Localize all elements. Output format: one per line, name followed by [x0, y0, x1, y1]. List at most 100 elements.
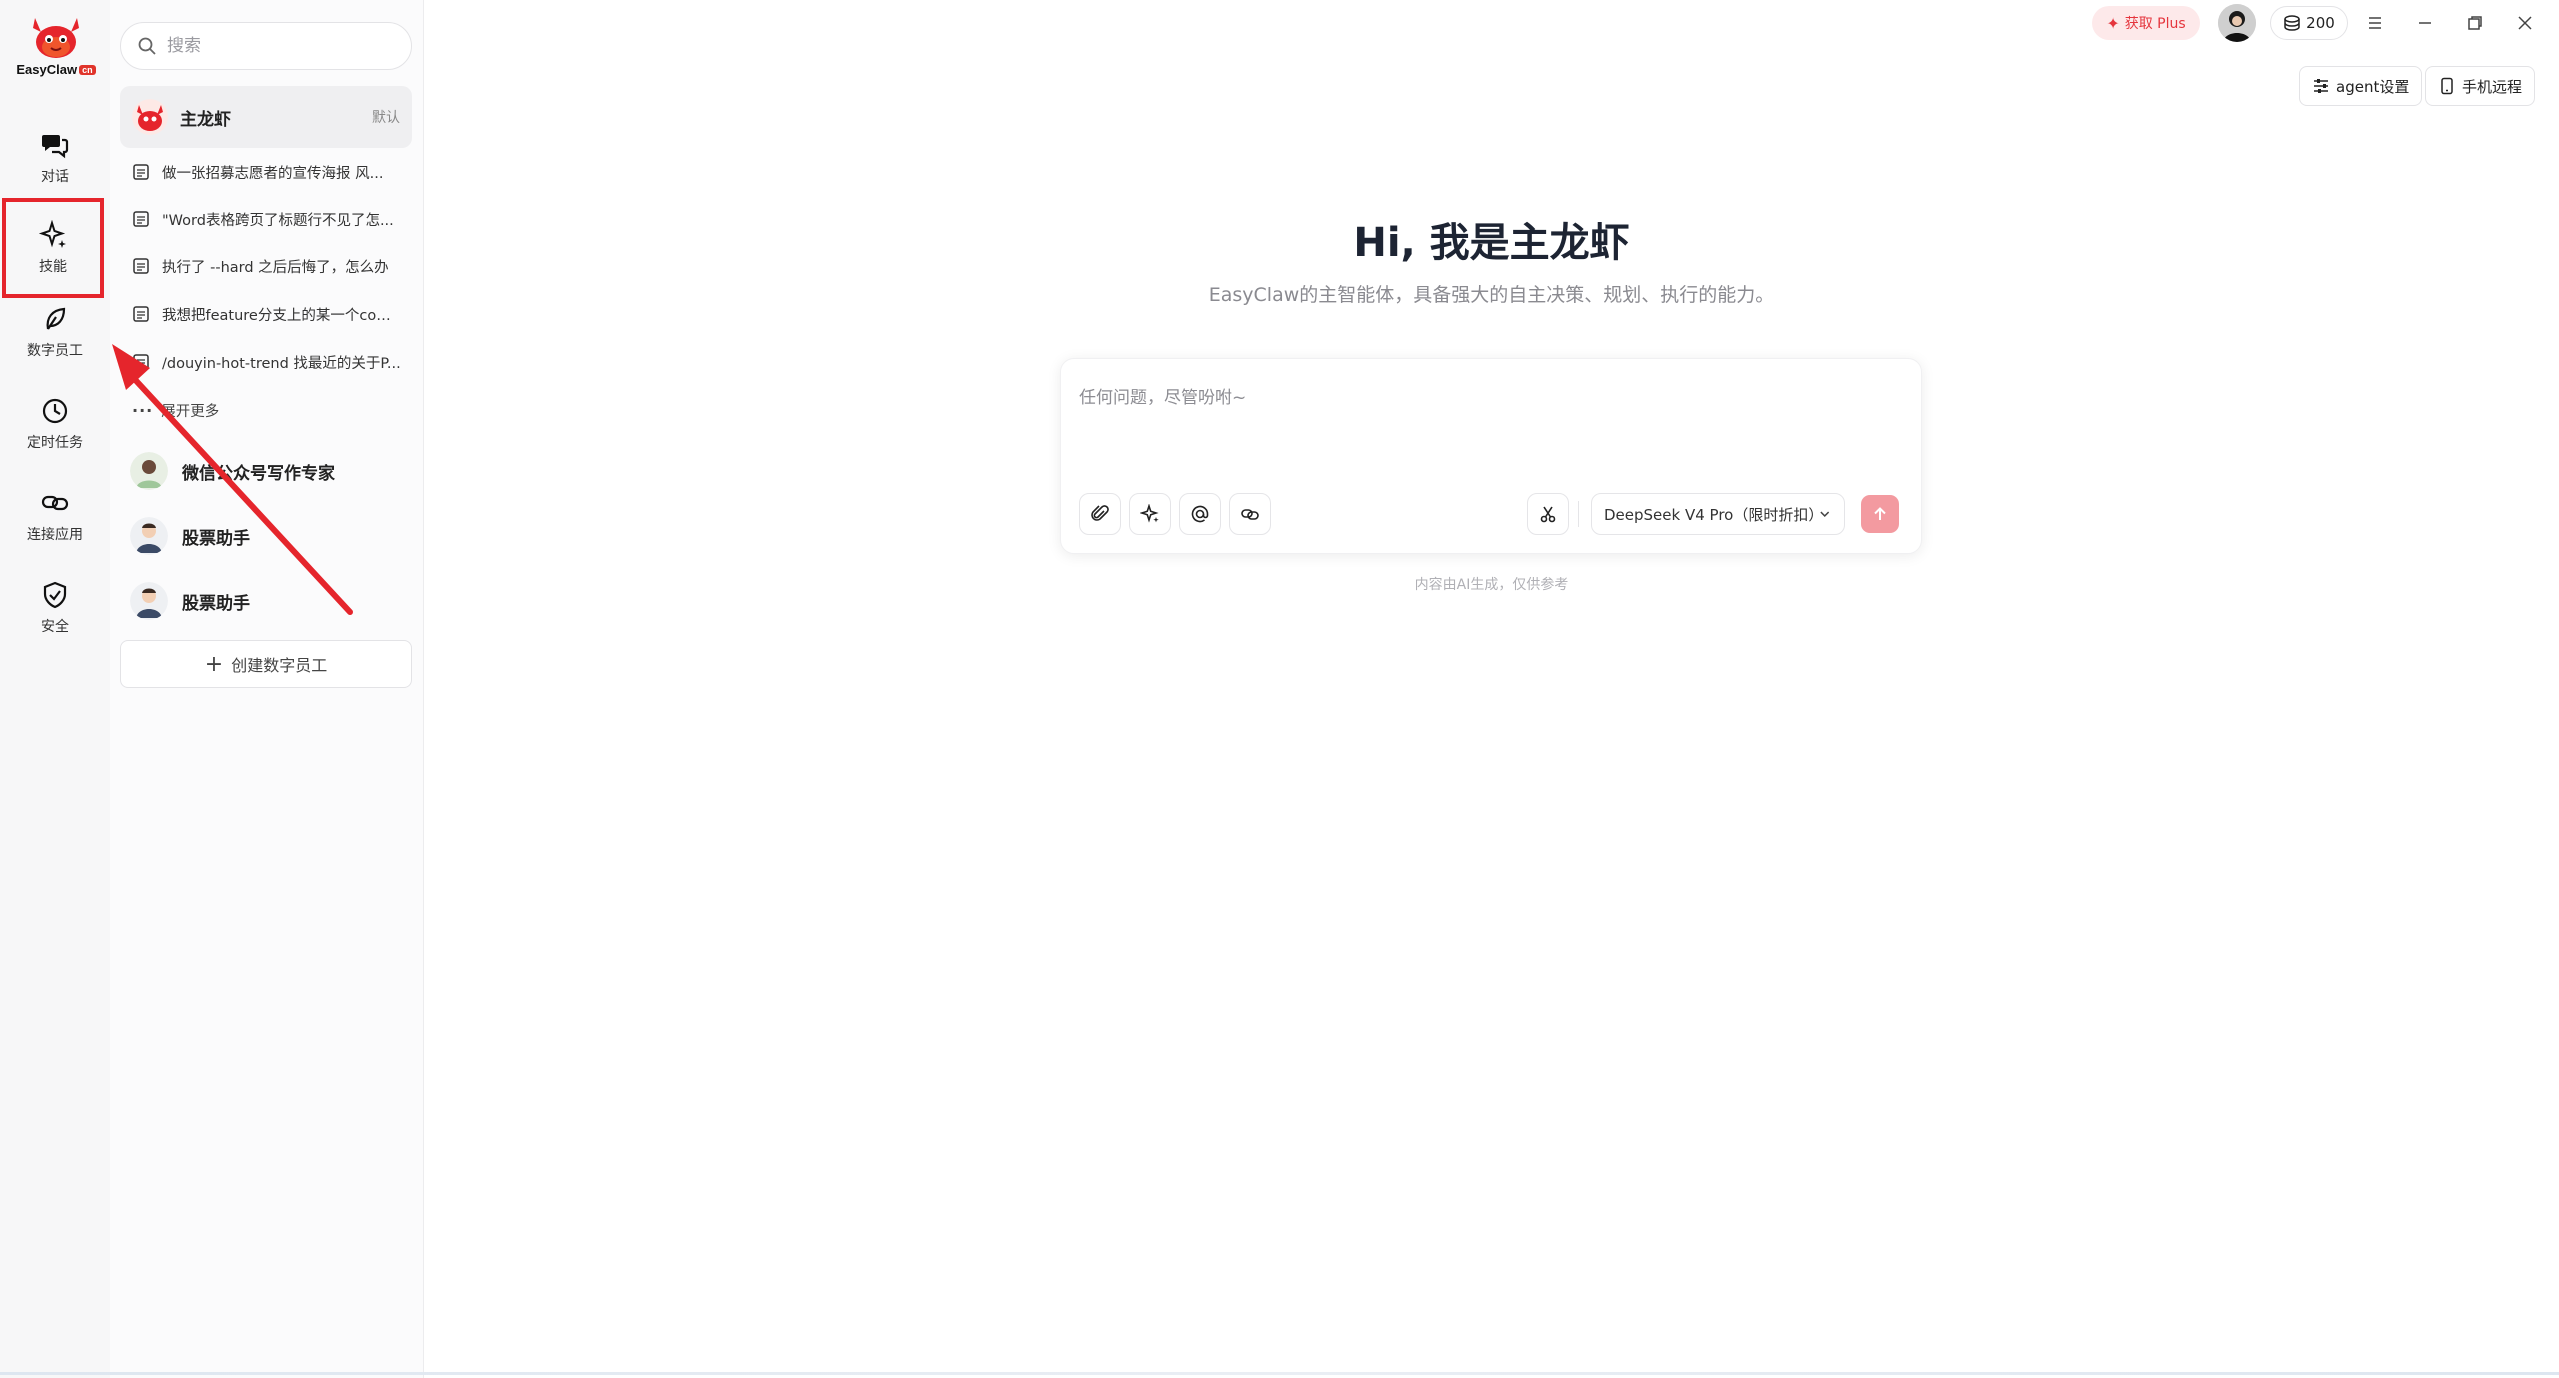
- at-icon: [1191, 505, 1209, 523]
- attach-button[interactable]: [1079, 493, 1121, 535]
- ai-disclaimer: 内容由AI生成，仅供参考: [1414, 577, 1569, 593]
- create-digital-staff-label: 创建数字员工: [231, 656, 328, 675]
- rail-item-connect-apps[interactable]: 连接应用: [10, 478, 100, 554]
- conversation-item[interactable]: /douyin-hot-trend 找最近的关于P...: [132, 347, 412, 377]
- scissors-button[interactable]: [1527, 493, 1569, 535]
- main-agent-name: 主龙虾: [180, 109, 231, 130]
- search-input[interactable]: [167, 36, 387, 56]
- main-area: ✦ 获取 Plus 200 agent设置 手机远程 Hi, 我是主龙虾 Eas…: [424, 0, 2559, 1378]
- lobster-logo-icon: [33, 18, 79, 58]
- paperclip-icon: [1091, 505, 1109, 521]
- skills-button[interactable]: [1129, 493, 1171, 535]
- document-icon: [133, 306, 149, 322]
- document-icon: [133, 354, 149, 370]
- greeting-title: Hi, 我是主龙虾: [1353, 220, 1630, 266]
- chevron-down-icon: [1819, 511, 1829, 517]
- conversation-title: 做一张招募志愿者的宣传海报 风...: [162, 165, 384, 182]
- plus-icon: +: [204, 651, 224, 677]
- create-digital-staff-button[interactable]: + 创建数字员工: [120, 640, 412, 688]
- restore-button[interactable]: [2458, 8, 2492, 38]
- model-select-value: DeepSeek V4 Pro（限时折扣）: [1604, 505, 1824, 524]
- rail-item-digital-staff[interactable]: 数字员工: [10, 294, 100, 370]
- left-rail: EasyClaw cn 对话 技能 数字员工 定时任务 连接应用 安全: [0, 0, 110, 1378]
- sparkle-icon: [1140, 504, 1159, 523]
- rail-label-security: 安全: [41, 619, 69, 635]
- digital-staff-item[interactable]: 股票助手: [130, 514, 412, 558]
- search-box[interactable]: [120, 22, 412, 70]
- conversation-item[interactable]: "Word表格跨页了标题行不见了怎...: [132, 204, 412, 234]
- model-select[interactable]: DeepSeek V4 Pro（限时折扣）: [1591, 493, 1845, 535]
- clock-icon: [42, 398, 68, 424]
- document-icon: [133, 211, 149, 227]
- coin-stack-icon: [2284, 15, 2300, 31]
- staff-name: 股票助手: [182, 593, 250, 614]
- agent-settings-button[interactable]: agent设置: [2299, 66, 2423, 106]
- chat-composer: DeepSeek V4 Pro（限时折扣）: [1060, 358, 1922, 554]
- digital-staff-item[interactable]: 微信公众号写作专家: [130, 449, 412, 493]
- staff-name: 微信公众号写作专家: [182, 463, 335, 484]
- rail-label-chat: 对话: [41, 169, 69, 185]
- link-icon: [1241, 509, 1259, 520]
- app-window: EasyClaw cn 对话 技能 数字员工 定时任务 连接应用 安全 搜索 主…: [0, 0, 2559, 1378]
- greeting-subtitle: EasyClaw的主智能体，具备强大的自主决策、规划、执行的能力。: [1208, 284, 1775, 306]
- get-plus-label: 获取 Plus: [2124, 16, 2186, 32]
- conversation-item[interactable]: 我想把feature分支上的某一个com...: [132, 299, 412, 329]
- toolbar-divider: [1578, 501, 1579, 527]
- arrow-up-icon: [1874, 507, 1886, 520]
- more-dots-icon: ···: [132, 400, 154, 420]
- sliders-icon: [2314, 79, 2328, 93]
- sparkle-icon: ✦: [2106, 13, 2120, 33]
- rail-label-digital-staff: 数字员工: [27, 343, 83, 359]
- digital-staff-item[interactable]: 股票助手: [130, 579, 412, 623]
- send-button[interactable]: [1861, 495, 1899, 533]
- mobile-remote-label: 手机远程: [2462, 77, 2523, 96]
- mention-button[interactable]: [1179, 493, 1221, 535]
- app-logo[interactable]: EasyClaw cn: [12, 14, 100, 77]
- rail-label-skills: 技能: [39, 259, 67, 275]
- rail-item-scheduled-tasks[interactable]: 定时任务: [10, 386, 100, 462]
- document-icon: [133, 258, 149, 274]
- restore-icon: [2468, 16, 2482, 30]
- rail-label-connect-apps: 连接应用: [27, 527, 83, 543]
- scissors-icon: [1540, 506, 1556, 523]
- rail-label-scheduled-tasks: 定时任务: [27, 435, 83, 451]
- agent-settings-label: agent设置: [2336, 77, 2410, 96]
- search-icon: [138, 37, 156, 55]
- staff-avatar: [130, 517, 168, 555]
- close-button[interactable]: [2508, 8, 2542, 38]
- conversation-title: 我想把feature分支上的某一个com...: [162, 307, 402, 324]
- staff-avatar: [130, 582, 168, 620]
- default-tag: 默认: [372, 110, 400, 126]
- conversation-item[interactable]: 做一张招募志愿者的宣传海报 风...: [132, 157, 412, 187]
- minimize-button[interactable]: [2408, 8, 2442, 38]
- credits-badge[interactable]: 200: [2270, 6, 2348, 40]
- conversation-item[interactable]: 执行了 --hard 之后后悔了，怎么办: [132, 251, 412, 281]
- conversation-title: "Word表格跨页了标题行不见了怎...: [162, 212, 394, 229]
- show-more-button[interactable]: ··· 展开更多: [132, 395, 219, 425]
- staff-name: 股票助手: [182, 528, 250, 549]
- sparkle-icon: [38, 220, 66, 248]
- conversation-panel: 主龙虾 默认 做一张招募志愿者的宣传海报 风... "Word表格跨页了标题行不…: [110, 0, 424, 1378]
- menu-icon: [2369, 17, 2381, 29]
- credits-value: 200: [2306, 14, 2335, 32]
- main-agent-avatar: [132, 99, 168, 135]
- phone-icon: [2441, 77, 2453, 95]
- document-icon: [133, 164, 149, 180]
- rail-item-skills[interactable]: 技能: [2, 198, 104, 298]
- shield-icon: [43, 581, 67, 609]
- get-plus-button[interactable]: ✦ 获取 Plus: [2092, 6, 2200, 40]
- minimize-icon: [2419, 22, 2431, 24]
- user-avatar[interactable]: [2218, 4, 2256, 42]
- close-icon: [2518, 16, 2532, 30]
- message-input[interactable]: [1079, 383, 1899, 463]
- staff-avatar: [130, 452, 168, 490]
- chat-icon: [42, 135, 69, 159]
- rail-item-chat[interactable]: 对话: [10, 120, 100, 196]
- mobile-remote-button[interactable]: 手机远程: [2425, 66, 2536, 106]
- link-icon: [41, 495, 69, 511]
- main-agent-item[interactable]: 主龙虾 默认: [120, 86, 412, 148]
- connect-app-button[interactable]: [1229, 493, 1271, 535]
- menu-button[interactable]: [2358, 8, 2392, 38]
- conversation-title: /douyin-hot-trend 找最近的关于P...: [162, 355, 401, 372]
- rail-item-security[interactable]: 安全: [10, 570, 100, 646]
